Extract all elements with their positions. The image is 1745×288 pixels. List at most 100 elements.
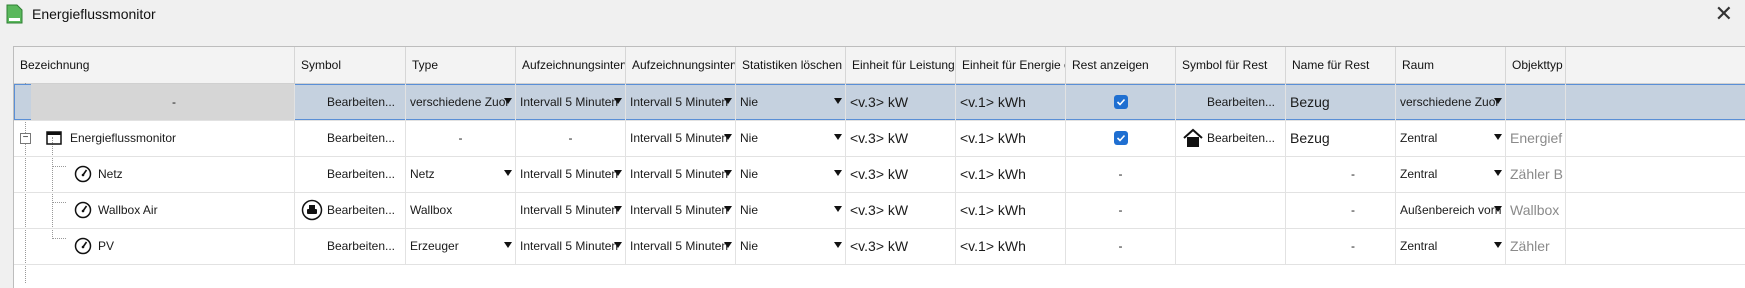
interval-2-select[interactable]: Intervall 5 Minuten (626, 228, 736, 264)
type-select[interactable]: Netz (406, 156, 516, 192)
header-symbol-rest[interactable]: Symbol für Rest (1176, 47, 1286, 83)
raum-select[interactable]: Zentral (1396, 156, 1506, 192)
rest-name-cell: - (1286, 192, 1396, 228)
header-bezeichnung[interactable]: Bezeichnung (14, 47, 295, 83)
header-type[interactable]: Type (406, 47, 516, 83)
statistiken-select[interactable]: Nie (736, 84, 846, 120)
interval-2-value: Intervall 5 Minuten (630, 131, 729, 145)
header-symbol[interactable]: Symbol (295, 47, 406, 83)
interval-1-select[interactable]: Intervall 5 Minuten (516, 84, 626, 120)
edit-symbol-link[interactable]: Bearbeiten... (295, 84, 406, 120)
type-select[interactable]: Erzeuger (406, 228, 516, 264)
statistiken-select[interactable]: Nie (736, 120, 846, 156)
collapse-toggle[interactable]: − (20, 133, 31, 144)
edit-rest-symbol-label: Bearbeiten... (1206, 131, 1275, 145)
statistiken-select[interactable]: Nie (736, 192, 846, 228)
objekttyp-cell: Wallbox (1506, 192, 1566, 228)
table-row[interactable]: - Bearbeiten... verschiedene Zuor Interv… (14, 84, 1745, 121)
rest-cell: - (1066, 228, 1176, 264)
statistiken-value: Nie (740, 131, 759, 145)
energy-unit[interactable]: <v.1> kWh (956, 192, 1066, 228)
raum-select[interactable]: verschiedene Zuor (1396, 84, 1506, 120)
header-rest-anzeigen[interactable]: Rest anzeigen (1066, 47, 1176, 83)
chevron-down-icon (834, 242, 842, 248)
energy-unit[interactable]: <v.1> kWh (956, 156, 1066, 192)
chevron-down-icon (1494, 206, 1502, 212)
raum-select[interactable]: Außenbereich vorn (1396, 192, 1506, 228)
power-unit[interactable]: <v.3> kW (846, 120, 956, 156)
header-interval-1[interactable]: Aufzeichnungsinterva (516, 47, 626, 83)
header-name-rest[interactable]: Name für Rest (1286, 47, 1396, 83)
energy-unit[interactable]: <v.1> kWh (956, 120, 1066, 156)
chevron-down-icon (834, 170, 842, 176)
close-icon[interactable]: ✕ (1715, 3, 1733, 25)
interval-2-select[interactable]: Intervall 5 Minuten (626, 192, 736, 228)
window-icon (46, 131, 62, 145)
objekttyp-cell: Energief (1506, 120, 1566, 156)
header-statistiken[interactable]: Statistiken löschen (736, 47, 846, 83)
config-table: Bezeichnung Symbol Type Aufzeichnungsint… (13, 46, 1745, 288)
rest-name-cell: - (1286, 228, 1396, 264)
interval-2-select[interactable]: Intervall 5 Minuten (626, 156, 736, 192)
rest-checkbox[interactable] (1114, 131, 1128, 145)
statistiken-value: Nie (740, 95, 759, 109)
edit-symbol-link[interactable]: Bearbeiten... (295, 156, 406, 192)
table-row[interactable]: PV Bearbeiten... Erzeuger Intervall 5 Mi… (14, 228, 1745, 265)
rest-name-field[interactable]: Bezug (1286, 120, 1396, 156)
power-unit[interactable]: <v.3> kW (846, 84, 956, 120)
rest-symbol-cell (1176, 228, 1286, 264)
statistiken-value: Nie (740, 203, 759, 217)
interval-1-select[interactable]: Intervall 5 Minuten (516, 156, 626, 192)
type-select[interactable]: verschiedene Zuor (406, 84, 516, 120)
power-unit[interactable]: <v.3> kW (846, 228, 956, 264)
table-row[interactable]: Netz Bearbeiten... Netz Intervall 5 Minu… (14, 156, 1745, 193)
energy-unit[interactable]: <v.1> kWh (956, 228, 1066, 264)
gauge-icon (74, 237, 92, 255)
interval-2-select[interactable]: Intervall 5 Minuten (626, 120, 736, 156)
chevron-down-icon (724, 98, 732, 104)
statistiken-value: Nie (740, 239, 759, 253)
energy-unit[interactable]: <v.1> kWh (956, 84, 1066, 120)
interval-1-value: - (516, 120, 626, 156)
window-title: Energieflussmonitor (32, 6, 156, 22)
power-unit[interactable]: <v.3> kW (846, 156, 956, 192)
interval-1-select[interactable]: Intervall 5 Minuten (516, 192, 626, 228)
edit-symbol-link[interactable]: Bearbeiten... (295, 228, 406, 264)
edit-symbol-link[interactable]: Bearbeiten... (295, 192, 406, 228)
power-unit[interactable]: <v.3> kW (846, 192, 956, 228)
statistiken-select[interactable]: Nie (736, 228, 846, 264)
table-header: Bezeichnung Symbol Type Aufzeichnungsint… (14, 47, 1745, 84)
interval-1-select[interactable]: Intervall 5 Minuten (516, 228, 626, 264)
raum-value: Zentral (1400, 167, 1438, 181)
interval-1-value: Intervall 5 Minuten (520, 167, 619, 181)
table-row[interactable]: − Energieflussmonitor Bearbeiten... - - … (14, 120, 1745, 157)
raum-value: Außenbereich vorn (1400, 203, 1502, 217)
header-einheit-leistung[interactable]: Einheit für Leistung o (846, 47, 956, 83)
edit-rest-symbol-link[interactable]: Bearbeiten... (1176, 84, 1286, 120)
header-interval-2[interactable]: Aufzeichnungsinterva (626, 47, 736, 83)
edit-symbol-link[interactable]: Bearbeiten... (295, 120, 406, 156)
raum-select[interactable]: Zentral (1396, 120, 1506, 156)
rest-name-field[interactable]: Bezug (1286, 84, 1396, 120)
header-einheit-energie[interactable]: Einheit für Energie oc (956, 47, 1066, 83)
objekttyp-cell (1506, 84, 1566, 120)
chevron-down-icon (724, 170, 732, 176)
raum-value: verschiedene Zuor (1400, 95, 1500, 109)
cell-bezeichnung: Energieflussmonitor (66, 120, 295, 156)
header-raum[interactable]: Raum (1396, 47, 1506, 83)
rest-cell (1066, 120, 1176, 156)
app-icon (6, 4, 23, 24)
chevron-down-icon (504, 170, 512, 176)
edit-symbol-label: Bearbeiten... (326, 203, 395, 217)
table-row[interactable]: Wallbox Air Bearbeiten... Wallbox Interv… (14, 192, 1745, 229)
interval-2-select[interactable]: Intervall 5 Minuten (626, 84, 736, 120)
rest-name-cell: - (1286, 156, 1396, 192)
raum-select[interactable]: Zentral (1396, 228, 1506, 264)
rest-cell (1066, 84, 1176, 120)
header-objekttyp[interactable]: Objekttyp (1506, 47, 1566, 83)
type-value: Netz (410, 167, 435, 181)
edit-rest-symbol-link[interactable]: Bearbeiten... (1176, 120, 1286, 156)
rest-checkbox[interactable] (1114, 95, 1128, 109)
cell-bezeichnung: Netz (94, 156, 295, 192)
statistiken-select[interactable]: Nie (736, 156, 846, 192)
